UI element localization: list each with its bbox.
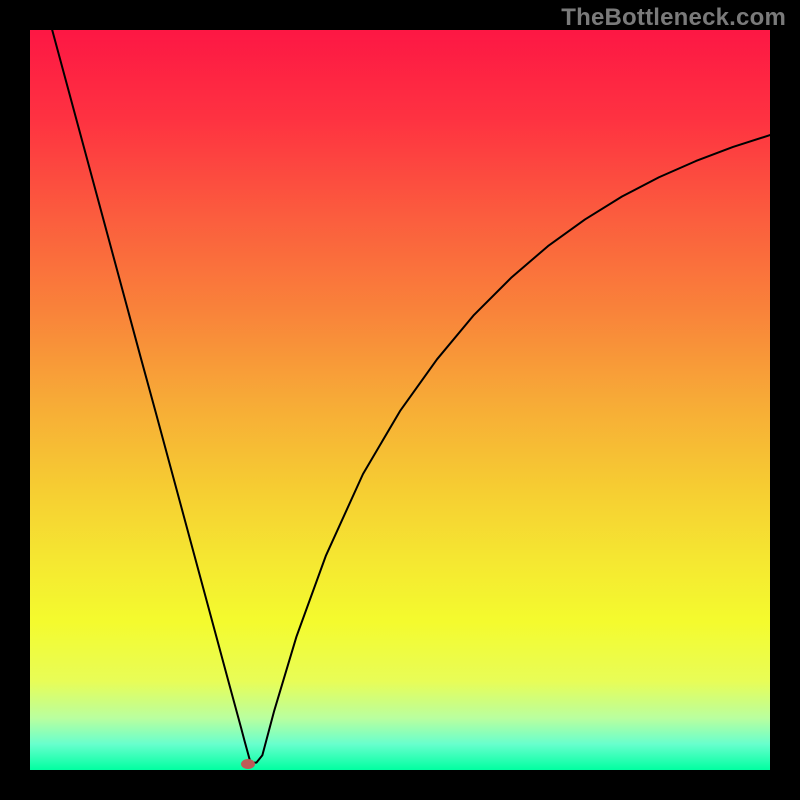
- plot-area: [30, 30, 770, 770]
- bottleneck-curve: [30, 30, 770, 770]
- minimum-marker: [241, 759, 255, 769]
- watermark-text: TheBottleneck.com: [561, 4, 786, 32]
- chart-frame: TheBottleneck.com: [0, 0, 800, 800]
